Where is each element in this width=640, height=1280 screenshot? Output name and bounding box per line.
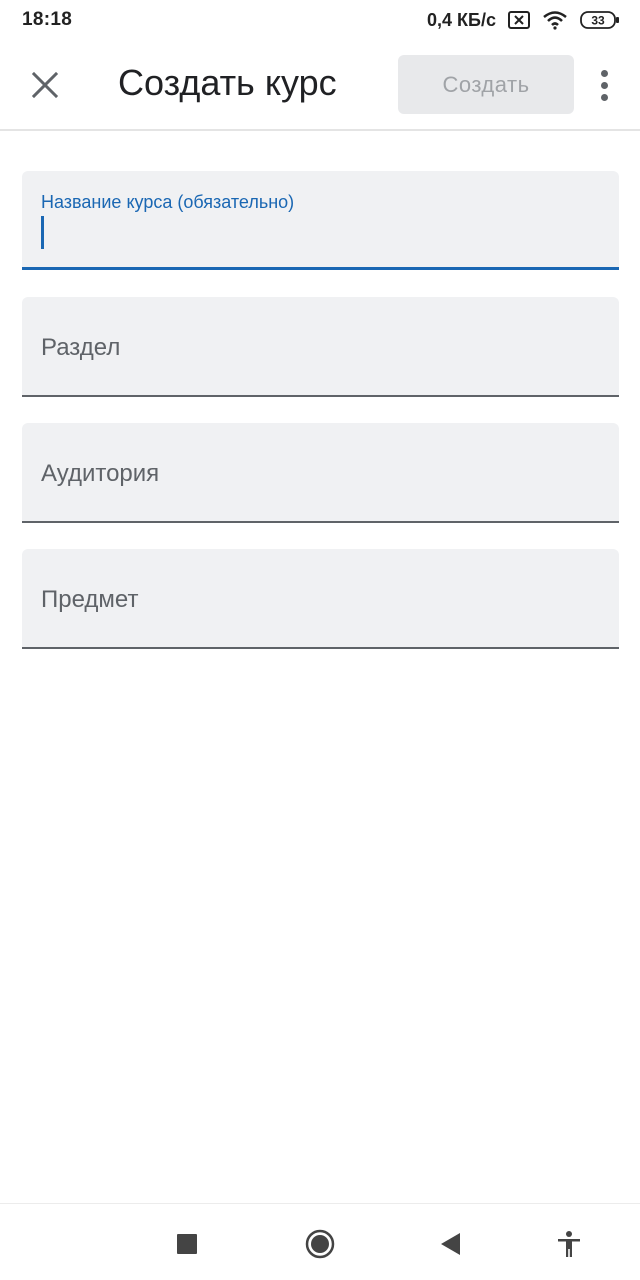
close-icon — [32, 72, 58, 98]
close-button[interactable] — [20, 60, 70, 110]
more-vert-icon — [600, 69, 608, 77]
create-button[interactable]: Создать — [398, 55, 574, 114]
status-bar: 18:18 0,4 КБ/с 33 — [0, 0, 640, 40]
text-cursor — [41, 216, 44, 249]
accessibility-icon — [558, 1231, 580, 1257]
recents-square-icon — [177, 1234, 197, 1254]
app-bar: Создать курс Создать — [0, 40, 640, 131]
home-circle-icon — [305, 1229, 335, 1259]
course-name-label: Название курса (обязательно) — [41, 192, 295, 212]
section-placeholder: Раздел — [41, 334, 121, 361]
sim-x-icon — [508, 11, 530, 29]
back-button[interactable] — [431, 1224, 471, 1264]
section-field[interactable]: Раздел — [22, 297, 619, 397]
back-triangle-icon — [441, 1233, 460, 1255]
accessibility-button[interactable] — [549, 1224, 589, 1264]
home-button[interactable] — [300, 1224, 340, 1264]
more-options-button[interactable] — [586, 60, 622, 110]
battery-icon: 33 — [580, 11, 620, 29]
system-nav-bar — [0, 1203, 640, 1280]
wifi-icon — [542, 10, 568, 30]
network-speed: 0,4 КБ/с — [427, 9, 496, 30]
status-icons: 0,4 КБ/с 33 — [427, 10, 620, 31]
room-field[interactable]: Аудитория — [22, 423, 619, 523]
course-name-field[interactable]: Название курса (обязательно) — [22, 171, 619, 270]
subject-placeholder: Предмет — [41, 586, 139, 613]
status-time: 18:18 — [22, 9, 73, 30]
room-placeholder: Аудитория — [41, 460, 160, 487]
subject-field[interactable]: Предмет — [22, 549, 619, 649]
page-title: Создать курс — [118, 62, 337, 103]
battery-level: 33 — [591, 14, 605, 28]
recents-button[interactable] — [167, 1224, 207, 1264]
